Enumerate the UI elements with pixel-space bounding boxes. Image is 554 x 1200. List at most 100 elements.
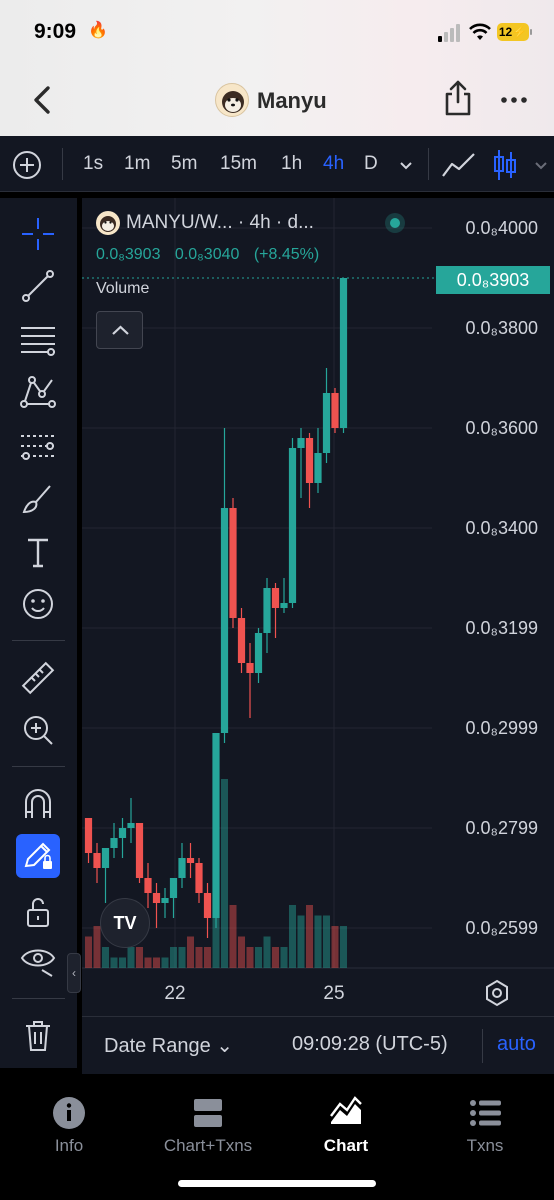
timezone-clock[interactable]: 09:09:28 (UTC-5) — [292, 1033, 448, 1056]
interval-1h[interactable]: 1h — [281, 153, 302, 175]
change-value: 0.0₈3040 — [174, 246, 240, 263]
unlock-icon[interactable] — [18, 892, 58, 932]
trend-line-icon[interactable] — [18, 266, 58, 306]
share-icon[interactable] — [441, 78, 475, 118]
symbol-label[interactable]: MANYU/W... · 4h · d... — [126, 212, 314, 234]
volume-label: Volume — [96, 280, 150, 297]
interval-5m[interactable]: 5m — [171, 153, 197, 175]
volume-bar — [263, 936, 271, 968]
tab-chart-txns[interactable]: Chart+Txns — [143, 1096, 273, 1166]
candle-body — [161, 898, 169, 903]
chart-settings-icon[interactable] — [482, 978, 512, 1008]
interval-15m[interactable]: 15m — [220, 153, 257, 175]
volume-bar — [178, 947, 186, 968]
status-time: 9:09 — [34, 20, 77, 43]
fib-retracement-icon[interactable] — [18, 320, 58, 360]
candle-body — [212, 733, 220, 918]
tab-label: Chart+Txns — [163, 1136, 253, 1155]
volume-bar — [127, 947, 135, 968]
interval-1s[interactable]: 1s — [83, 153, 103, 175]
price-axis-label: 0.0₈3199 — [465, 618, 538, 638]
candle-body — [152, 893, 161, 903]
tab-label: Info — [54, 1136, 84, 1155]
candle-body — [322, 393, 331, 453]
candle-body — [297, 438, 305, 448]
chart-panel[interactable]: 0.0₈4000 0.0₈3800 0.0₈3600 0.0₈3400 0.0₈3199… — [82, 198, 554, 1016]
tool-divider — [12, 766, 65, 767]
interval-4h[interactable]: 4h — [323, 153, 344, 175]
candle-body — [246, 663, 254, 673]
collapse-legend-button[interactable] — [96, 311, 143, 349]
tab-info[interactable]: Info — [4, 1096, 134, 1166]
candle-body — [169, 878, 178, 898]
interval-1m[interactable]: 1m — [124, 153, 150, 175]
ruler-icon[interactable] — [18, 658, 58, 698]
token-avatar — [215, 83, 249, 117]
volume-bar — [306, 905, 313, 968]
footer-divider — [482, 1029, 483, 1063]
chevron-down-icon[interactable] — [397, 156, 415, 174]
chart-icon — [330, 1096, 362, 1124]
candle-body — [118, 828, 127, 838]
candle-body — [280, 603, 288, 608]
forecast-icon[interactable] — [18, 426, 58, 466]
crosshair-icon[interactable] — [18, 214, 58, 254]
volume-bar — [144, 957, 152, 968]
candlestick-chart[interactable]: 0.0₈4000 0.0₈3800 0.0₈3600 0.0₈3400 0.0₈3199… — [82, 198, 554, 1016]
chevron-down-icon[interactable] — [532, 156, 550, 174]
tab-txns[interactable]: Txns — [420, 1096, 550, 1166]
more-icon[interactable] — [499, 90, 529, 110]
current-price-tag: 0.0₈3903 — [436, 266, 550, 294]
add-symbol-icon[interactable] — [12, 150, 42, 180]
volume-bar — [153, 957, 160, 968]
interval-1d[interactable]: D — [364, 153, 378, 175]
price-value: 0.0₈3903 — [96, 246, 161, 263]
price-axis-label: 0.0₈2799 — [465, 818, 538, 838]
app-header-area: 9:09 🔥 12⚡ Manyu — [0, 0, 554, 136]
date-range-button[interactable]: Date Range ⌄ — [104, 1033, 233, 1058]
tab-chart[interactable]: Chart — [281, 1096, 411, 1166]
candle-body — [339, 278, 348, 428]
candle-body — [271, 588, 280, 608]
zoom-in-icon[interactable] — [18, 710, 58, 750]
text-tool-icon[interactable] — [18, 532, 58, 572]
volume-bar — [187, 936, 194, 968]
pattern-icon[interactable] — [18, 372, 58, 412]
candle-body — [331, 393, 339, 428]
candle-body — [288, 448, 297, 603]
candlestick-chart-icon[interactable] — [490, 148, 520, 182]
drawing-toolbar — [0, 198, 77, 1068]
battery-tip — [530, 29, 532, 35]
auto-scale-button[interactable]: auto — [497, 1033, 536, 1056]
stay-in-drawing-mode-button[interactable] — [16, 834, 60, 878]
volume-bar — [340, 926, 347, 968]
volume-bar — [161, 957, 169, 968]
chevron-left-icon[interactable] — [26, 82, 60, 118]
visibility-icon[interactable] — [18, 940, 58, 980]
line-chart-icon[interactable] — [440, 150, 478, 180]
chart-footer: Date Range ⌄ 09:09:28 (UTC-5) auto — [82, 1016, 554, 1074]
candle-body — [254, 633, 263, 673]
volume-bar — [93, 926, 101, 968]
volume-bar — [238, 936, 245, 968]
trash-icon[interactable] — [18, 1016, 58, 1056]
volume-bar — [85, 936, 92, 968]
candle-body — [186, 858, 195, 863]
chart-legend: MANYU/W... · 4h · d... — [96, 210, 314, 236]
magnet-icon[interactable] — [18, 784, 58, 824]
brush-icon[interactable] — [18, 478, 58, 518]
volume-bar — [170, 947, 177, 968]
price-axis-label: 0.0₈2999 — [465, 718, 538, 738]
volume-bar — [272, 947, 279, 968]
candle-body — [195, 863, 203, 893]
home-indicator — [178, 1180, 376, 1187]
candle-body — [314, 453, 322, 483]
volume-bar — [110, 957, 118, 968]
collapse-toolbar-button[interactable]: ‹ — [67, 953, 81, 993]
tradingview-logo[interactable]: TV — [100, 898, 150, 948]
battery-level: 12 — [498, 25, 513, 39]
price-axis-label: 0.0₈4000 — [465, 218, 538, 238]
price-axis-label: 0.0₈3800 — [465, 318, 538, 338]
emoji-icon[interactable] — [18, 584, 58, 624]
split-view-icon — [194, 1099, 222, 1127]
